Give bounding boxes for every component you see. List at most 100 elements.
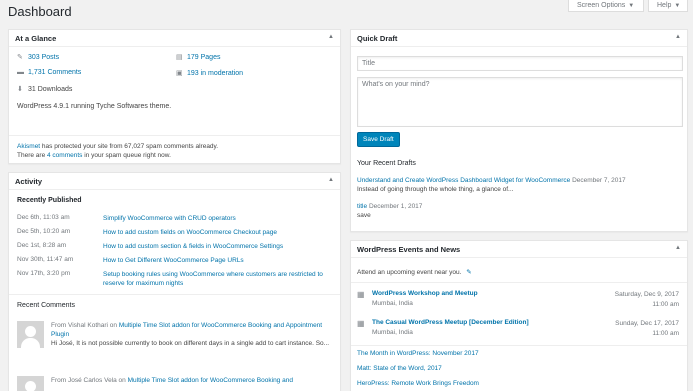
draft-date: December 1, 2017	[368, 203, 423, 210]
comment-item: From José Carlos Vela on Multiple Time S…	[17, 376, 332, 391]
event-location: Mumbai, India	[372, 300, 413, 307]
widget-header: Activity ▲	[9, 173, 340, 190]
published-post-link[interactable]: Setup booking rules using WooCommerce wh…	[103, 270, 325, 288]
attend-label: Attend an upcoming event near you.	[357, 269, 462, 276]
draft-excerpt: save	[357, 212, 371, 219]
widget-title: Quick Draft	[357, 34, 398, 43]
collapse-toggle-icon[interactable]: ▲	[328, 177, 334, 183]
draft-content-textarea[interactable]: What's on your mind?	[357, 77, 683, 127]
draft-excerpt: Instead of going through the whole thing…	[357, 186, 514, 193]
widget-header: At a Glance ▲	[9, 30, 340, 47]
calendar-meetup-icon: ▦	[357, 290, 365, 299]
help-button[interactable]: Help ▼	[648, 0, 688, 12]
pages-icon: ▤	[176, 54, 183, 61]
event-datetime: Sunday, Dec 17, 2017 11:00 am	[615, 319, 679, 339]
event-location: Mumbai, India	[372, 329, 413, 336]
recently-published-heading: Recently Published	[17, 197, 82, 204]
screen-options-label: Screen Options	[577, 2, 626, 9]
published-post-link[interactable]: How to add custom fields on WooCommerce …	[103, 228, 325, 237]
moderation-count-link[interactable]: ▣ 193 in moderation	[176, 69, 243, 77]
help-label: Help	[657, 2, 672, 9]
avatar	[17, 376, 44, 391]
collapse-toggle-icon[interactable]: ▲	[675, 34, 681, 40]
pushpin-icon: ✎	[17, 54, 23, 61]
spam-queue-link[interactable]: 4 comments	[47, 152, 82, 159]
widget-title: Activity	[15, 177, 43, 186]
activity-widget: Activity ▲ Recently Published Dec 6th, 1…	[8, 172, 341, 391]
news-link[interactable]: HeroPress: Remote Work Brings Freedom	[357, 380, 479, 387]
posts-count-link[interactable]: ✎ 303 Posts	[17, 53, 59, 61]
attend-text: Attend an upcoming event near you. ✎	[357, 268, 472, 276]
news-link[interactable]: Matt: State of the Word, 2017	[357, 365, 442, 372]
calendar-meetup-icon: ▦	[357, 319, 365, 328]
draft-title-input[interactable]: Title	[357, 56, 683, 71]
widget-header: Quick Draft ▲	[351, 30, 687, 47]
comment-body: From Vishal Kothari on Multiple Time Slo…	[51, 321, 331, 348]
quick-draft-widget: Quick Draft ▲ Title What's on your mind?…	[350, 29, 688, 232]
page-title: Dashboard	[8, 4, 72, 19]
draft-item: title December 1, 2017 save	[357, 202, 687, 220]
published-post-link[interactable]: How to add custom section & fields in Wo…	[103, 242, 325, 251]
comment-item: From Vishal Kothari on Multiple Time Slo…	[17, 321, 332, 361]
draft-title-link[interactable]: title	[357, 203, 367, 210]
at-a-glance-widget: At a Glance ▲ ✎ 303 Posts ▤ 179 Pages ▬ 1,7…	[8, 29, 341, 164]
widget-title: At a Glance	[15, 34, 57, 43]
published-date: Dec 6th, 11:03 am	[17, 214, 70, 221]
collapse-toggle-icon[interactable]: ▲	[675, 245, 681, 251]
akismet-notice: Akismet has protected your site from 67,…	[9, 136, 340, 163]
widget-header: WordPress Events and News ▲	[351, 241, 687, 258]
event-item: ▦ WordPress Workshop and Meetup Mumbai, …	[357, 290, 683, 318]
comment-author: From Vishal Kothari on	[51, 322, 119, 329]
comment-body: From José Carlos Vela on Multiple Time S…	[51, 376, 331, 385]
published-post-link[interactable]: Simplify WooCommerce with CRUD operators	[103, 214, 325, 223]
published-date: Nov 17th, 3:20 pm	[17, 270, 71, 277]
event-name-link[interactable]: The Casual WordPress Meetup [December Ed…	[372, 319, 529, 326]
event-time: 11:00 am	[652, 330, 679, 337]
comment-bubble-icon: ▬	[17, 69, 24, 76]
chevron-down-icon: ▼	[628, 3, 635, 9]
draft-date: December 7, 2017	[572, 177, 626, 184]
akismet-text: has protected your site from 67,027 spam…	[40, 143, 219, 150]
spam-post-text: in your spam queue right now.	[82, 152, 171, 159]
download-icon: ⬇	[17, 86, 23, 93]
chevron-down-icon: ▼	[674, 3, 681, 9]
save-draft-button[interactable]: Save Draft	[357, 132, 400, 147]
posts-count-label: 303 Posts	[28, 54, 60, 61]
comment-text: Hi José, It is not possible currently to…	[51, 340, 330, 347]
downloads-count: ⬇ 31 Downloads	[17, 85, 72, 93]
event-datetime: Saturday, Dec 9, 2017 11:00 am	[615, 290, 679, 310]
downloads-count-label: 31 Downloads	[28, 86, 73, 93]
event-item: ▦ The Casual WordPress Meetup [December …	[357, 319, 683, 347]
pages-count-label: 179 Pages	[187, 54, 221, 61]
recent-drafts-heading: Your Recent Drafts	[357, 160, 416, 167]
glance-content: ✎ 303 Posts ▤ 179 Pages ▬ 1,731 Comments ▣ 1…	[9, 47, 340, 135]
event-date: Saturday, Dec 9, 2017	[614, 291, 679, 298]
akismet-link[interactable]: Akismet	[17, 143, 40, 150]
screen-options-button[interactable]: Screen Options ▼	[568, 0, 644, 12]
published-date: Nov 30th, 11:47 am	[17, 256, 74, 263]
spam-pre-text: There are	[17, 152, 47, 159]
draft-title-link[interactable]: Understand and Create WordPress Dashboar…	[357, 177, 570, 184]
pencil-edit-icon[interactable]: ✎	[466, 269, 471, 276]
comments-count-label: 1,731 Comments	[28, 69, 82, 76]
pages-count-link[interactable]: ▤ 179 Pages	[176, 53, 220, 61]
events-news-widget: WordPress Events and News ▲ Attend an up…	[350, 240, 688, 391]
collapse-toggle-icon[interactable]: ▲	[328, 34, 334, 40]
published-date: Dec 5th, 10:20 am	[17, 228, 71, 235]
comment-post-link[interactable]: Multiple Time Slot addon for WooCommerce…	[128, 377, 293, 384]
moderation-count-label: 193 in moderation	[187, 70, 244, 77]
widget-title: WordPress Events and News	[357, 245, 461, 254]
comment-author: From José Carlos Vela on	[51, 377, 128, 384]
event-time: 11:00 am	[652, 301, 679, 308]
event-name-link[interactable]: WordPress Workshop and Meetup	[372, 290, 478, 297]
published-post-link[interactable]: How to Get Different WooCommerce Page UR…	[103, 256, 325, 265]
published-date: Dec 1st, 8:28 am	[17, 242, 67, 249]
draft-item: Understand and Create WordPress Dashboar…	[357, 176, 687, 194]
recent-comments-heading: Recent Comments	[17, 302, 75, 309]
event-date: Sunday, Dec 17, 2017	[615, 320, 679, 327]
news-link[interactable]: The Month in WordPress: November 2017	[357, 350, 479, 357]
avatar	[17, 321, 44, 348]
wp-version-text: WordPress 4.9.1 running Tyche Softwares …	[17, 103, 172, 110]
comments-moderation-icon: ▣	[176, 70, 183, 77]
comments-count-link[interactable]: ▬ 1,731 Comments	[17, 69, 81, 76]
